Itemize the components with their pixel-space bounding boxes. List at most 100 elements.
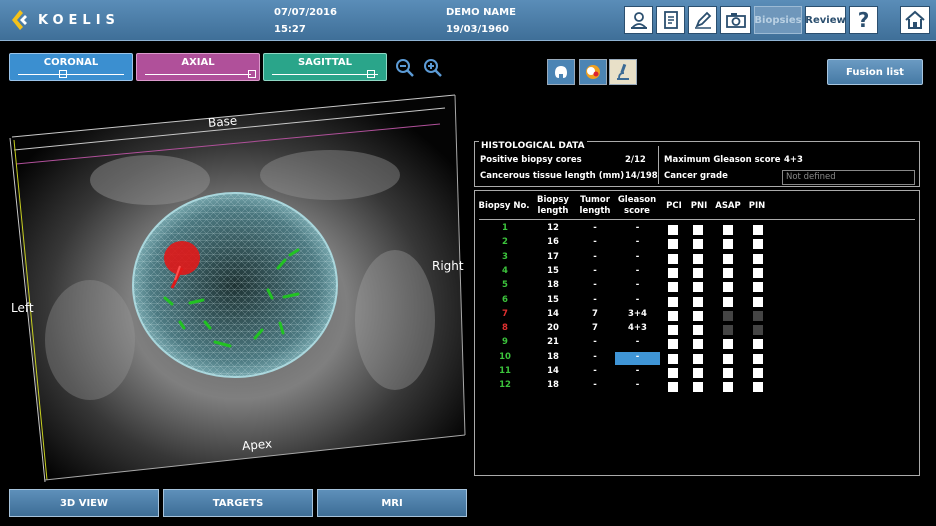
pci-checkbox[interactable] — [668, 267, 678, 278]
tab-coronal[interactable]: CORONAL — [9, 53, 133, 81]
pin-checkbox[interactable] — [753, 296, 763, 307]
tab-sagittal[interactable]: SAGITTAL — [263, 53, 387, 81]
report-button[interactable] — [656, 6, 685, 34]
gleason-score[interactable]: - — [615, 266, 660, 276]
asap-checkbox[interactable] — [723, 296, 733, 307]
annotate-button[interactable] — [688, 6, 717, 34]
table-row[interactable]: 8 20 7 4+3 — [475, 323, 921, 337]
pin-checkbox[interactable] — [753, 282, 763, 293]
targets-button[interactable]: TARGETS — [163, 489, 313, 517]
pni-checkbox[interactable] — [693, 253, 703, 264]
gleason-score[interactable]: - — [615, 237, 660, 247]
asap-checkbox[interactable] — [723, 225, 733, 235]
biopsy-length: 18 — [547, 351, 559, 362]
review-button[interactable]: Review — [805, 6, 846, 34]
gleason-score[interactable]: 4+3 — [615, 323, 660, 333]
table-row[interactable]: 6 15 - - — [475, 295, 921, 309]
tab-axial[interactable]: AXIAL — [136, 53, 260, 81]
table-row[interactable]: 12 18 - - — [475, 380, 921, 394]
asap-checkbox[interactable] — [723, 339, 733, 350]
pin-checkbox[interactable] — [753, 382, 763, 393]
pni-checkbox[interactable] — [693, 225, 703, 235]
fusion-view-button[interactable] — [579, 59, 607, 85]
sagittal-slider-track[interactable] — [272, 74, 378, 75]
biopsy-number: 4 — [502, 265, 508, 276]
home-button[interactable] — [900, 6, 930, 34]
pni-checkbox[interactable] — [693, 325, 703, 336]
pni-checkbox[interactable] — [693, 296, 703, 307]
3d-view-button[interactable]: 3D VIEW — [9, 489, 159, 517]
mri-button[interactable]: MRI — [317, 489, 467, 517]
gleason-score[interactable]: - — [615, 223, 660, 233]
table-row[interactable]: 5 18 - - — [475, 280, 921, 294]
pni-checkbox[interactable] — [693, 282, 703, 293]
pci-checkbox[interactable] — [668, 353, 678, 364]
table-row[interactable]: 9 21 - - — [475, 337, 921, 351]
gleason-score[interactable]: - — [615, 295, 660, 305]
pin-checkbox[interactable] — [753, 267, 763, 278]
gleason-score[interactable]: 3+4 — [615, 309, 660, 319]
table-row[interactable]: 11 14 - - — [475, 366, 921, 380]
pci-checkbox[interactable] — [668, 253, 678, 264]
3d-viewport[interactable]: Base Apex Left Right — [0, 90, 470, 485]
pci-checkbox[interactable] — [668, 282, 678, 293]
pci-checkbox[interactable] — [668, 310, 678, 321]
top-bar: KOELIS 07/07/2016 15:27 DEMO NAME 19/03/… — [0, 0, 936, 41]
pci-checkbox[interactable] — [668, 296, 678, 307]
help-button[interactable]: ? — [849, 6, 878, 34]
pni-checkbox[interactable] — [693, 267, 703, 278]
coronal-slider-track[interactable] — [18, 74, 124, 75]
capture-button[interactable] — [720, 6, 751, 34]
gleason-score[interactable]: - — [615, 366, 660, 376]
asap-checkbox[interactable] — [723, 382, 733, 393]
pin-checkbox[interactable] — [753, 253, 763, 264]
patient-button[interactable] — [624, 6, 653, 34]
coronal-slider-handle[interactable] — [59, 70, 67, 78]
asap-checkbox[interactable] — [723, 267, 733, 278]
pci-checkbox[interactable] — [668, 325, 678, 336]
fusion-list-button[interactable]: Fusion list — [827, 59, 923, 85]
axial-slider-track[interactable] — [145, 74, 251, 75]
sagittal-slider-handle[interactable] — [367, 70, 375, 78]
cancer-grade-field[interactable]: Not defined — [782, 170, 915, 185]
pci-checkbox[interactable] — [668, 382, 678, 393]
pci-checkbox[interactable] — [668, 239, 678, 250]
pin-checkbox[interactable] — [753, 368, 763, 378]
table-row[interactable]: 7 14 7 3+4 — [475, 309, 921, 323]
pin-checkbox[interactable] — [753, 353, 763, 364]
gleason-score[interactable]: - — [615, 351, 660, 365]
gleason-score[interactable]: - — [615, 252, 660, 262]
pni-checkbox[interactable] — [693, 310, 703, 321]
histology-view-button[interactable] — [609, 59, 637, 85]
pni-checkbox[interactable] — [693, 339, 703, 350]
zoom-in-button[interactable] — [423, 58, 443, 83]
asap-checkbox[interactable] — [723, 253, 733, 264]
gleason-score[interactable]: - — [615, 337, 660, 347]
pin-checkbox[interactable] — [753, 225, 763, 235]
asap-checkbox[interactable] — [723, 353, 733, 364]
pin-checkbox[interactable] — [753, 239, 763, 250]
pci-checkbox[interactable] — [668, 225, 678, 235]
gleason-score[interactable]: - — [615, 280, 660, 290]
biopsy-length: 16 — [547, 237, 559, 248]
pci-checkbox[interactable] — [668, 339, 678, 350]
asap-checkbox[interactable] — [723, 368, 733, 378]
pci-checkbox[interactable] — [668, 368, 678, 378]
organ-view-button[interactable] — [547, 59, 575, 85]
pin-checkbox[interactable] — [753, 339, 763, 350]
pni-checkbox[interactable] — [693, 239, 703, 250]
axial-slider-handle[interactable] — [248, 70, 256, 78]
pni-checkbox[interactable] — [693, 382, 703, 393]
table-row[interactable]: 2 16 - - — [475, 237, 921, 251]
biopsies-button[interactable]: Biopsies — [754, 6, 802, 34]
gleason-score[interactable]: - — [615, 380, 660, 390]
zoom-out-button[interactable] — [395, 58, 415, 83]
pni-checkbox[interactable] — [693, 353, 703, 364]
asap-checkbox[interactable] — [723, 282, 733, 293]
table-row[interactable]: 4 15 - - — [475, 266, 921, 280]
pni-checkbox[interactable] — [693, 368, 703, 378]
asap-checkbox[interactable] — [723, 239, 733, 250]
table-row[interactable]: 1 12 - - — [475, 223, 921, 237]
table-row[interactable]: 3 17 - - — [475, 252, 921, 266]
table-row[interactable]: 10 18 - - — [475, 351, 921, 366]
